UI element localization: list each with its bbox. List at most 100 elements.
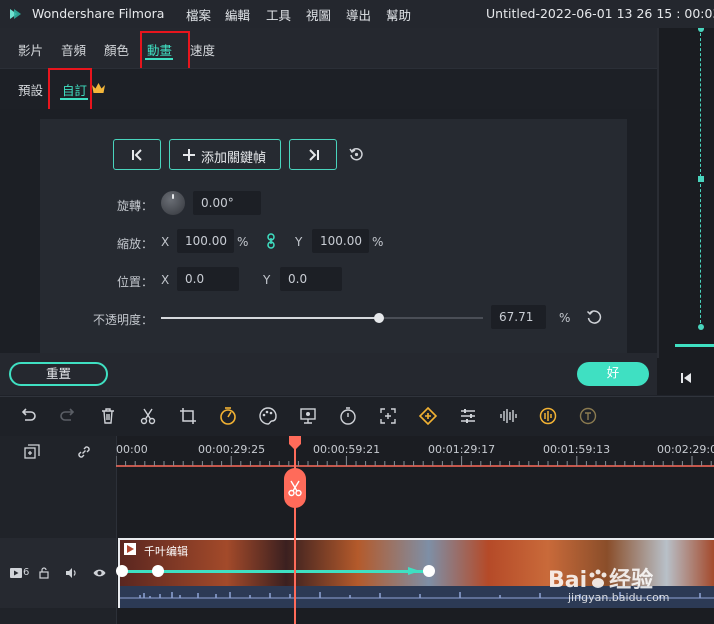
reset-button[interactable]: 重置 — [9, 362, 108, 386]
add-track-icon[interactable] — [24, 444, 40, 460]
position-x-input[interactable]: 0.0 — [177, 267, 239, 291]
step-back-icon[interactable] — [679, 371, 693, 385]
next-keyframe-button[interactable] — [289, 139, 337, 170]
eye-icon[interactable] — [93, 568, 106, 578]
keyframe-marker-1[interactable] — [152, 565, 164, 577]
scale-label: 縮放： — [117, 237, 154, 251]
ruler-label-4: 00:01:59:13 — [543, 443, 611, 456]
rotation-label: 旋轉： — [117, 199, 154, 213]
menu-export[interactable]: 導出 — [346, 5, 371, 24]
lock-icon[interactable] — [39, 567, 49, 579]
preview-guide-bottom — [698, 324, 704, 330]
filmora-logo-icon — [10, 9, 21, 19]
watermark-logo: Bai 经验 — [548, 562, 653, 594]
preview-guide-handle[interactable] — [698, 176, 704, 182]
position-label: 位置： — [117, 275, 154, 289]
ok-button[interactable]: 好 — [577, 362, 649, 386]
delete-icon[interactable] — [98, 406, 118, 426]
preview-divider — [657, 28, 659, 358]
speed-icon[interactable] — [218, 406, 238, 426]
audio-ducking-icon[interactable] — [538, 406, 558, 426]
keyframe-icon[interactable] — [418, 406, 438, 426]
scale-x-unit: % — [237, 235, 249, 249]
opacity-slider-fill — [161, 317, 380, 319]
ruler-label-5: 00:02:29:09 — [657, 443, 714, 456]
speech-to-text-icon[interactable] — [578, 406, 598, 426]
undo-icon[interactable] — [18, 406, 38, 426]
keyframe-arrow-icon — [408, 567, 420, 575]
audio-waveform-icon[interactable] — [498, 406, 518, 426]
watermark-url: jingyan.baidu.com — [568, 591, 670, 604]
video-track-icon — [10, 568, 22, 578]
paw-icon — [589, 569, 607, 588]
ruler-label-3: 00:01:29:17 — [428, 443, 496, 456]
scale-x-input[interactable]: 100.00 — [177, 229, 234, 253]
subtab-preset[interactable]: 預設 — [18, 80, 43, 99]
prev-keyframe-icon — [132, 149, 142, 161]
split-marker[interactable] — [284, 468, 306, 508]
playhead-handle[interactable] — [288, 436, 302, 450]
reset-keyframes-icon[interactable] — [349, 147, 364, 162]
tab-video[interactable]: 影片 — [18, 40, 43, 59]
tab-color[interactable]: 顏色 — [104, 40, 129, 59]
ruler-label-1: 00:00:29:25 — [198, 443, 266, 456]
title-bar: Wondershare Filmora 檔案 編輯 工具 視圖 導出 幫助 Un… — [0, 0, 714, 28]
opacity-input[interactable]: 67.71 — [491, 305, 546, 329]
green-screen-icon[interactable] — [298, 406, 318, 426]
crown-icon — [92, 83, 105, 93]
color-icon[interactable] — [258, 406, 278, 426]
prev-keyframe-button[interactable] — [113, 139, 161, 170]
volume-icon[interactable] — [65, 567, 78, 579]
scale-y-label: Y — [295, 235, 303, 249]
next-keyframe-icon — [309, 149, 319, 161]
split-icon[interactable] — [138, 406, 158, 426]
app-name: Wondershare Filmora — [32, 6, 165, 21]
scale-x-label: X — [161, 235, 170, 249]
ruler-label-0: 00:00 — [116, 443, 148, 456]
opacity-unit: % — [559, 311, 571, 325]
rotation-input[interactable]: 0.00° — [193, 191, 261, 215]
add-keyframe-button[interactable]: 添加關鍵幀 — [169, 139, 281, 170]
link-ratio-icon[interactable] — [266, 233, 276, 249]
position-y-input[interactable]: 0.0 — [280, 267, 342, 291]
ruler-label-2: 00:00:59:21 — [313, 443, 381, 456]
redo-icon[interactable] — [58, 406, 78, 426]
rotation-dial-marker — [172, 194, 174, 199]
preview-guide-top — [698, 28, 704, 32]
clip-title: 千叶编辑 — [144, 545, 188, 558]
clip-type-badge — [124, 543, 136, 555]
keyframe-marker-2[interactable] — [423, 565, 435, 577]
duration-icon[interactable] — [338, 406, 358, 426]
scissors-icon — [288, 480, 302, 497]
tab-speed[interactable]: 速度 — [190, 40, 215, 59]
opacity-slider-track[interactable] — [161, 313, 483, 323]
opacity-reset-icon[interactable] — [586, 309, 602, 325]
link-icon[interactable] — [76, 444, 92, 460]
menu-tools[interactable]: 工具 — [266, 5, 291, 24]
track-number: 6 — [23, 567, 30, 578]
tab-audio[interactable]: 音頻 — [61, 40, 86, 59]
menu-view[interactable]: 視圖 — [306, 5, 331, 24]
property-tabs — [0, 28, 657, 68]
project-title: Untitled-2022-06-01 13 26 15 : 00:03:56: — [486, 6, 714, 21]
add-keyframe-label: 添加關鍵幀 — [201, 151, 267, 166]
auto-reframe-icon[interactable] — [378, 406, 398, 426]
menu-help[interactable]: 幫助 — [386, 5, 411, 24]
opacity-slider-handle[interactable] — [374, 313, 385, 323]
scale-y-input[interactable]: 100.00 — [312, 229, 369, 253]
rotation-dial[interactable] — [161, 191, 185, 215]
scale-y-unit: % — [372, 235, 384, 249]
keyframe-lane — [120, 570, 430, 573]
crop-icon[interactable] — [178, 406, 198, 426]
position-y-label: Y — [263, 273, 271, 287]
menu-file[interactable]: 檔案 — [186, 5, 211, 24]
adjust-icon[interactable] — [458, 406, 478, 426]
opacity-label: 不透明度： — [93, 313, 154, 327]
watermark-brand-a: Bai — [548, 568, 588, 593]
preview-progress[interactable] — [675, 344, 714, 347]
menu-edit[interactable]: 編輯 — [225, 5, 250, 24]
keyframe-marker-start[interactable] — [116, 565, 128, 577]
preview-panel — [657, 28, 714, 395]
play-icon — [127, 545, 134, 553]
plus-icon — [183, 149, 195, 161]
